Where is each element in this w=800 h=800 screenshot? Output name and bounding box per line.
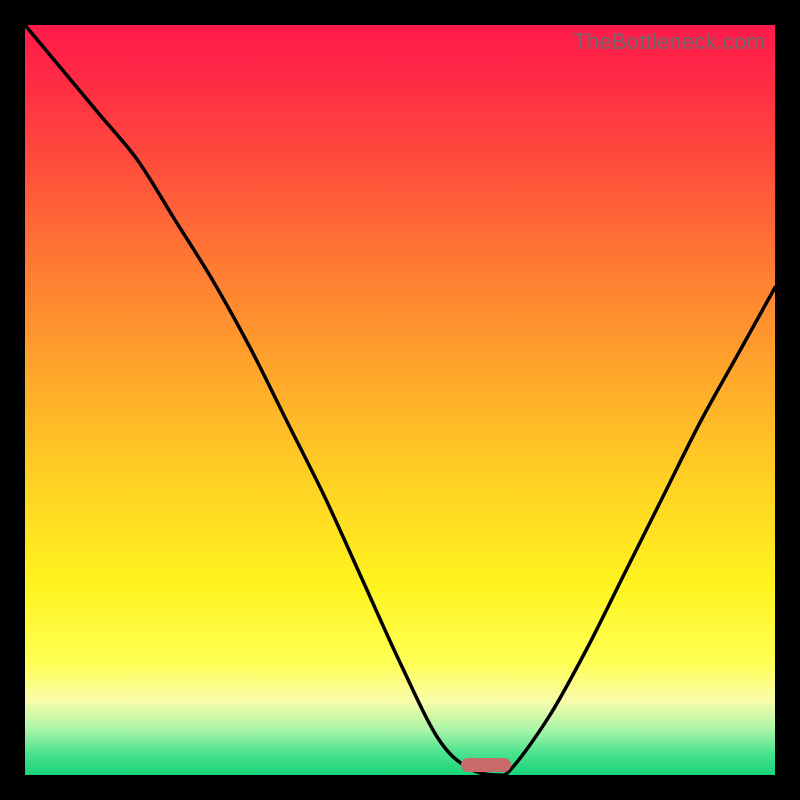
plot-area: TheBottleneck.com — [25, 25, 775, 775]
optimal-marker — [461, 758, 511, 772]
bottleneck-curve — [25, 25, 775, 775]
chart-frame: TheBottleneck.com — [0, 0, 800, 800]
